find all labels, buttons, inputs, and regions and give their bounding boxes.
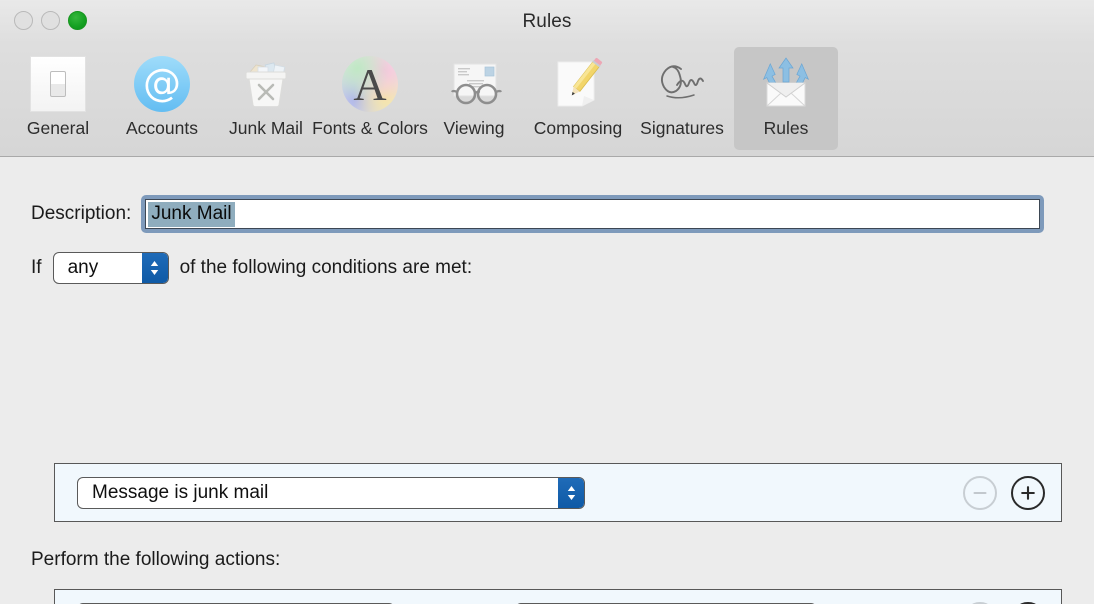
toolbar-item-general[interactable]: General (6, 47, 110, 150)
toolbar-item-accounts[interactable]: @ Accounts (110, 47, 214, 150)
if-label: If (31, 257, 42, 278)
eyeglasses-icon (444, 54, 504, 114)
match-type-value: any (67, 257, 99, 278)
close-button[interactable] (14, 11, 33, 30)
toolbar-item-signatures[interactable]: Signatures (630, 47, 734, 150)
at-sign-icon: @ (132, 54, 192, 114)
toolbar-label-junk-mail: Junk Mail (229, 118, 303, 138)
minimize-button[interactable] (41, 11, 60, 30)
condition-row: Message is junk mail (55, 475, 1061, 510)
window-controls (14, 11, 87, 30)
remove-condition-button[interactable] (963, 475, 997, 510)
add-condition-button[interactable] (1011, 475, 1045, 510)
chevron-updown-icon (558, 477, 584, 508)
conditions-label: of the following conditions are met: (179, 257, 473, 278)
conditions-group: Message is junk mail (54, 463, 1062, 522)
signature-icon (652, 54, 712, 114)
letter-a-color-wheel-icon: A (340, 54, 400, 114)
zoom-button[interactable] (68, 11, 87, 30)
toolbar-item-fonts-colors[interactable]: A Fonts & Colors (312, 47, 428, 150)
window-title: Rules (522, 11, 572, 32)
description-input-value: Junk Mail (148, 201, 235, 227)
toolbar-item-viewing[interactable]: Viewing (422, 47, 526, 150)
description-label: Description: (31, 203, 132, 224)
window-titlebar: Rules (0, 0, 1094, 44)
description-focus-ring: Junk Mail (141, 195, 1045, 233)
description-row: Description: Junk Mail (0, 195, 1094, 233)
toolbar-item-composing[interactable]: Composing (526, 47, 630, 150)
match-criteria-row: If any of the following conditions are m… (31, 252, 472, 284)
envelope-arrows-icon (756, 54, 816, 114)
toolbar-label-general: General (26, 118, 90, 138)
toolbar-item-rules[interactable]: Rules (734, 47, 838, 150)
toolbar-item-junk-mail[interactable]: Junk Mail (214, 47, 318, 150)
rule-editor-content: Description: Junk Mail If any of the fol… (0, 157, 1094, 604)
toolbar-label-rules: Rules (763, 118, 809, 138)
condition-criterion-value: Message is junk mail (92, 481, 269, 503)
toolbar-label-composing: Composing (533, 118, 623, 138)
toolbar-label-accounts: Accounts (126, 118, 198, 138)
toolbar-label-fonts-colors: Fonts & Colors (312, 118, 428, 138)
pencil-icon (548, 54, 608, 114)
toolbar-label-signatures: Signatures (640, 118, 724, 138)
rules-preferences-window: Rules General @ Accounts Junk Mail A Fon… (0, 0, 1094, 604)
light-switch-icon (28, 54, 88, 114)
preferences-toolbar: General @ Accounts Junk Mail A Fonts & C… (0, 44, 1094, 157)
chevron-updown-icon (141, 253, 168, 283)
actions-label: Perform the following actions: (31, 549, 281, 570)
trash-can-icon (236, 54, 296, 114)
toolbar-label-viewing: Viewing (443, 118, 505, 138)
match-type-dropdown[interactable]: any (52, 252, 169, 284)
description-input[interactable]: Junk Mail (145, 199, 1041, 229)
actions-group: Move Message to mailbox: (54, 589, 1062, 604)
condition-criterion-dropdown[interactable]: Message is junk mail (77, 476, 585, 509)
